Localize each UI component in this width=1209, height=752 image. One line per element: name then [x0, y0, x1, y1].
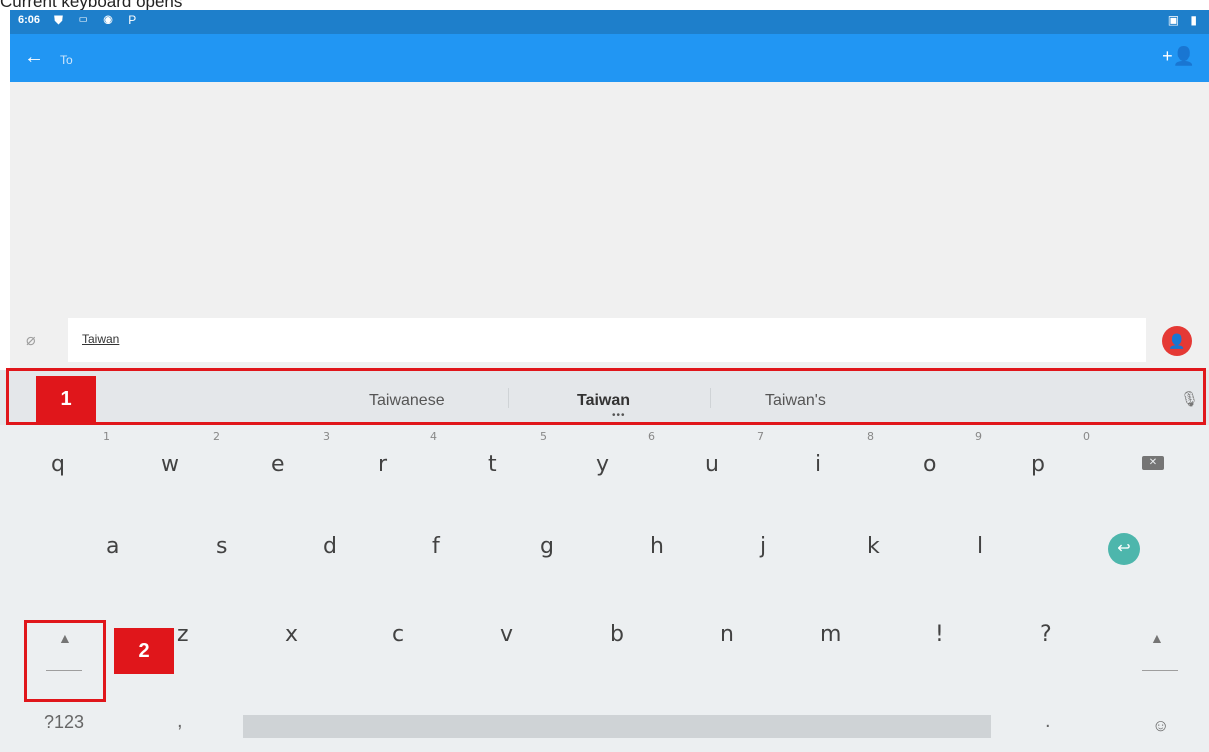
key-y[interactable]: y	[596, 452, 609, 477]
add-person-icon[interactable]: +👤	[1162, 46, 1195, 67]
key-question[interactable]: ?	[1040, 622, 1052, 647]
annotation-box-2	[24, 620, 106, 702]
shift-right-underline	[1142, 670, 1178, 671]
back-arrow-icon[interactable]: ←	[24, 46, 44, 69]
contact-send-button[interactable]: 👤	[1162, 326, 1192, 356]
key-hint: 9	[975, 430, 982, 443]
key-e[interactable]: e	[271, 452, 285, 477]
key-hint: 7	[757, 430, 764, 443]
key-p[interactable]: p	[1031, 452, 1045, 477]
comma-key[interactable]: ,	[177, 710, 183, 733]
key-f[interactable]: f	[432, 534, 440, 559]
annotation-box-1	[6, 368, 1206, 425]
key-a[interactable]: a	[106, 534, 119, 559]
system-status-icons: ▣ ▮	[1167, 13, 1201, 27]
key-hint: 8	[867, 430, 874, 443]
key-s[interactable]: s	[216, 534, 227, 559]
key-hint: 4	[430, 430, 437, 443]
backspace-icon[interactable]: ✕	[1142, 456, 1164, 470]
key-hint: 1	[103, 430, 110, 443]
app-bar: ← +👤	[10, 34, 1209, 82]
key-c[interactable]: c	[392, 622, 404, 647]
key-hint: 2	[213, 430, 220, 443]
key-w[interactable]: w	[161, 452, 179, 477]
message-input[interactable]: Taiwan	[68, 318, 1146, 362]
key-hint: 6	[648, 430, 655, 443]
key-h[interactable]: h	[650, 534, 664, 559]
symbols-key[interactable]: ?123	[44, 712, 84, 733]
emoji-icon[interactable]: ☺	[1152, 716, 1169, 736]
key-n[interactable]: n	[720, 622, 734, 647]
annotation-label-1: 1	[36, 376, 96, 422]
recipient-to-input[interactable]	[58, 48, 1062, 72]
key-g[interactable]: g	[540, 534, 554, 559]
compose-bar: ⌀ Taiwan 👤	[10, 312, 1209, 368]
key-o[interactable]: o	[923, 452, 936, 477]
key-r[interactable]: r	[378, 452, 387, 477]
key-hint: 5	[540, 430, 547, 443]
shift-right-icon[interactable]: ▲	[1150, 630, 1164, 646]
key-q[interactable]: q	[51, 452, 65, 477]
key-k[interactable]: k	[867, 534, 880, 559]
key-l[interactable]: l	[977, 534, 983, 559]
soft-keyboard: Taiwanese Taiwan ••• Taiwan's 🎙	[0, 370, 1209, 752]
key-m[interactable]: m	[820, 622, 841, 647]
attachment-icon[interactable]: ⌀	[26, 330, 36, 350]
key-x[interactable]: x	[285, 622, 298, 647]
key-v[interactable]: v	[500, 622, 513, 647]
space-bar[interactable]	[243, 715, 991, 738]
key-exclamation[interactable]: !	[935, 622, 944, 647]
key-b[interactable]: b	[610, 622, 624, 647]
key-j[interactable]: j	[760, 534, 766, 559]
annotation-label-2: 2	[114, 628, 174, 674]
period-key[interactable]: .	[1045, 710, 1051, 733]
key-u[interactable]: u	[705, 452, 719, 477]
key-z[interactable]: z	[177, 622, 189, 647]
key-d[interactable]: d	[323, 534, 337, 559]
message-text: Taiwan	[82, 332, 120, 346]
key-hint: 0	[1083, 430, 1090, 443]
enter-icon[interactable]: ↩	[1108, 533, 1140, 565]
notification-icons: ⛊ ▭ ◉ P	[54, 13, 143, 27]
key-t[interactable]: t	[488, 452, 497, 477]
status-time: 6:06	[18, 14, 41, 26]
key-i[interactable]: i	[815, 452, 821, 477]
key-hint: 3	[323, 430, 330, 443]
status-bar: 6:06 ⛊ ▭ ◉ P ▣ ▮	[10, 10, 1209, 34]
